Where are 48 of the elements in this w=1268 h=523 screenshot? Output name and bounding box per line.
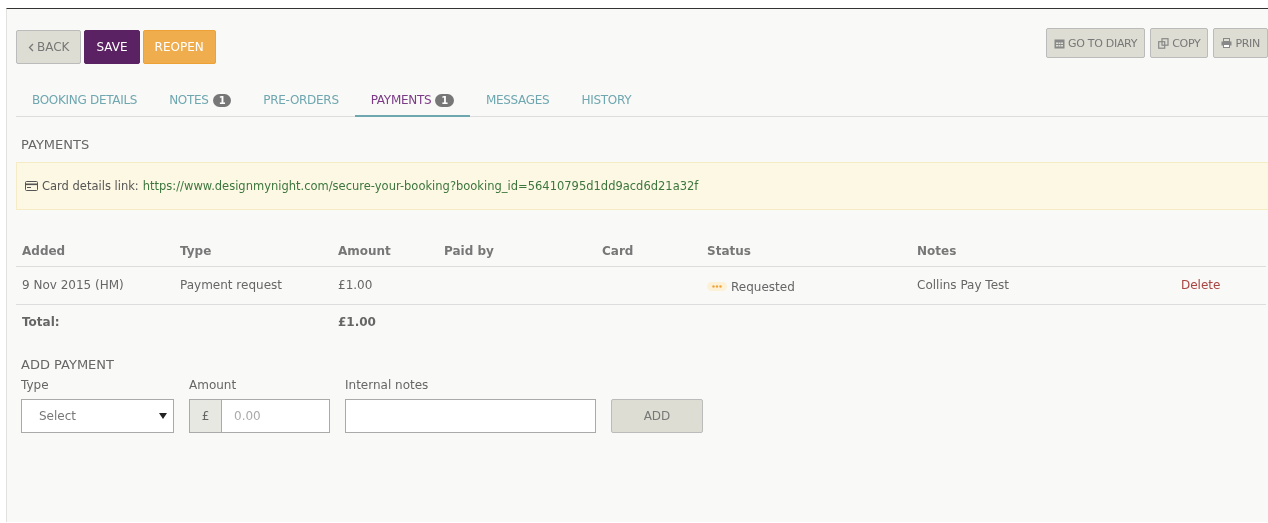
- amount-input[interactable]: 0.00: [222, 398, 330, 433]
- column-header: Notes: [911, 236, 1175, 267]
- print-button[interactable]: PRIN: [1213, 28, 1268, 58]
- column-header: Type: [174, 236, 332, 267]
- section-title: PAYMENTS: [21, 137, 91, 152]
- tab[interactable]: PRE-ORDERS: [247, 87, 355, 117]
- delete-link[interactable]: Delete: [1181, 278, 1221, 293]
- calendar-icon: [1054, 37, 1066, 49]
- field-label: Internal notes: [345, 377, 430, 393]
- copy-button[interactable]: COPY: [1150, 28, 1209, 58]
- total-amount: £1.00: [332, 304, 438, 339]
- tab[interactable]: PAYMENTS 1: [354, 87, 470, 117]
- column-header: Card: [596, 236, 701, 267]
- save-button[interactable]: SAVE: [84, 30, 140, 64]
- field-label: Amount: [189, 377, 238, 393]
- column-header: Status: [701, 236, 911, 267]
- print-icon: [1221, 38, 1233, 48]
- copy-icon: [1158, 37, 1170, 49]
- reopen-button[interactable]: REOPEN: [142, 30, 216, 64]
- caret-icon: [159, 412, 167, 419]
- pending-icon: [707, 282, 727, 291]
- card-link-label: Card details link:: [42, 179, 139, 193]
- tab[interactable]: HISTORY: [565, 87, 648, 117]
- tab[interactable]: NOTES 1: [153, 87, 248, 117]
- table-cell: Payment request: [174, 266, 332, 304]
- table-cell: Collins Pay Test: [911, 266, 1175, 304]
- credit-card-icon: [25, 181, 38, 191]
- column-header: Paid by: [438, 236, 596, 267]
- card-link[interactable]: https://www.designmynight.com/secure-your-booking?booking_id=56410795d1dd9acd6d21a32f: [142, 179, 699, 193]
- section-title: ADD PAYMENT: [21, 356, 115, 372]
- diary-button[interactable]: GO TO DIARY: [1046, 28, 1146, 58]
- notes-input[interactable]: [345, 398, 596, 433]
- table-cell: £1.00: [332, 266, 438, 304]
- column-header: Amount: [332, 236, 438, 267]
- back-button[interactable]: BACK: [16, 30, 82, 64]
- currency-addon: £: [189, 398, 222, 433]
- table-cell: 9 Nov 2015 (HM): [16, 266, 174, 304]
- add-button[interactable]: ADD: [611, 398, 703, 433]
- column-header: Added: [16, 236, 174, 267]
- status-text: Requested: [731, 279, 795, 294]
- count-badge: 1: [212, 93, 232, 107]
- total-label: Total:: [16, 304, 174, 339]
- count-badge: 1: [435, 93, 454, 107]
- type-select[interactable]: Select: [21, 398, 174, 433]
- tab[interactable]: MESSAGES: [469, 87, 566, 117]
- tab[interactable]: BOOKING DETAILS: [16, 87, 154, 117]
- chevron-left-icon: [28, 42, 34, 52]
- field-label: Type: [21, 377, 50, 393]
